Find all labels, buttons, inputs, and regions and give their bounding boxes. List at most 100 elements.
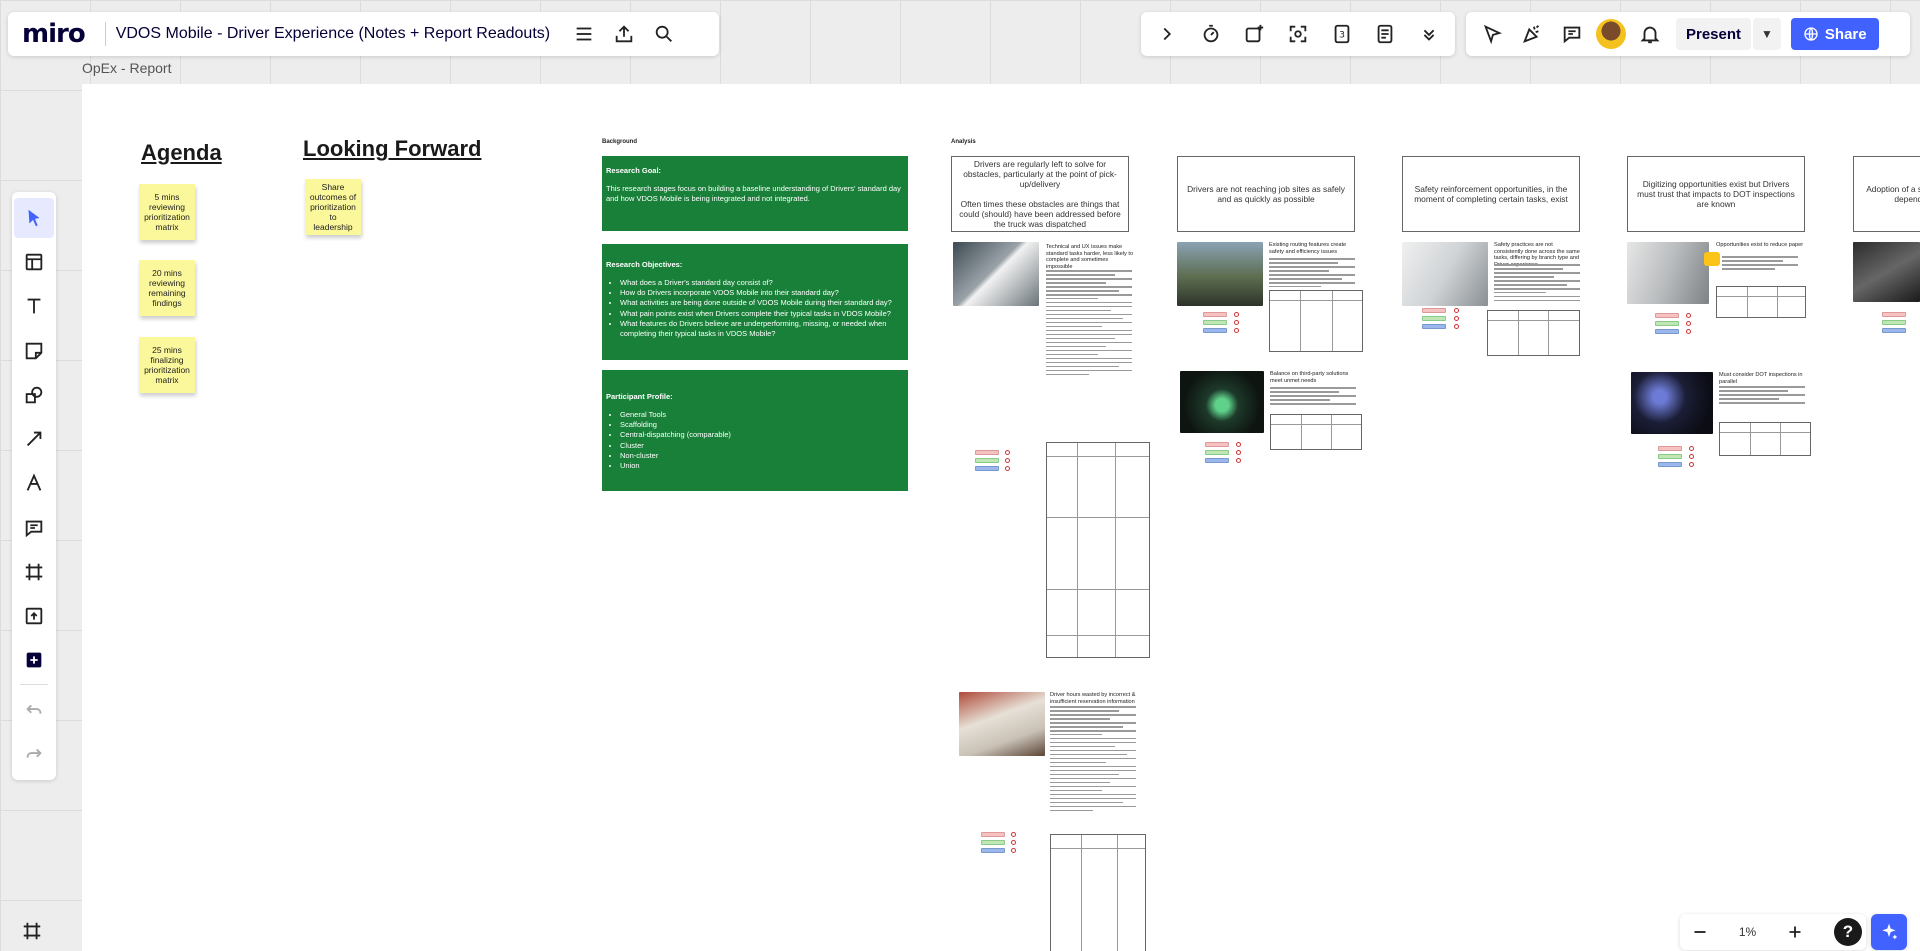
- comment-icon[interactable]: [1704, 252, 1720, 266]
- finding-card[interactable]: Digitizing opportunities exist but Drive…: [1627, 156, 1805, 232]
- zoom-in-icon[interactable]: [1779, 912, 1811, 951]
- color-legend: [975, 450, 999, 474]
- connector-icon[interactable]: [14, 419, 54, 459]
- sticky-note[interactable]: 25 mins finalizing prioritization matrix: [139, 337, 195, 393]
- pen-icon[interactable]: [14, 463, 54, 503]
- chevron-right-icon[interactable]: [1147, 14, 1187, 54]
- collaboration-toolbar: 3: [1141, 12, 1455, 56]
- card-title[interactable]: Balance on third-party solutions meet un…: [1270, 371, 1356, 384]
- user-avatar[interactable]: [1596, 19, 1626, 49]
- color-legend: [1882, 312, 1906, 336]
- creation-toolbar: [12, 192, 56, 780]
- photo-thumbnail[interactable]: [1177, 242, 1263, 306]
- participant-profile-card[interactable]: Participant Profile: General Tools Scaff…: [602, 370, 908, 491]
- redo-icon[interactable]: [14, 734, 54, 774]
- sticky-note-icon[interactable]: [14, 331, 54, 371]
- photo-thumbnail[interactable]: [959, 692, 1045, 756]
- prioritization-table[interactable]: [1487, 310, 1580, 356]
- celebrate-icon[interactable]: [1512, 14, 1552, 54]
- comment-icon[interactable]: [1552, 14, 1592, 54]
- help-button[interactable]: ?: [1833, 918, 1862, 946]
- card-title[interactable]: Existing routing features create safety …: [1269, 242, 1355, 255]
- frame-tool-icon[interactable]: [14, 552, 54, 592]
- ai-assist-button[interactable]: [1871, 914, 1907, 950]
- sticky-note[interactable]: 20 mins reviewing remaining findings: [139, 260, 195, 316]
- finding-card[interactable]: Safety reinforcement opportunities, in t…: [1402, 156, 1580, 232]
- shapes-icon[interactable]: [14, 375, 54, 415]
- zoom-controls: 1% ?: [1680, 914, 1866, 950]
- prioritization-table[interactable]: [1716, 286, 1806, 318]
- zoom-level[interactable]: 1%: [1739, 925, 1756, 939]
- card-title[interactable]: Opportunities exist to reduce paper: [1716, 242, 1804, 249]
- zoom-out-icon[interactable]: [1684, 912, 1716, 951]
- card-body-text: [1722, 256, 1798, 272]
- chevron-down-icon[interactable]: [1409, 14, 1449, 54]
- timer-icon[interactable]: [1191, 14, 1231, 54]
- finding-card[interactable]: Drivers are regularly left to solve for …: [951, 156, 1129, 232]
- sharing-toolbar: Present ▼ Share: [1466, 12, 1910, 56]
- research-goal-card[interactable]: Research Goal: This research stages focu…: [602, 156, 908, 231]
- select-tool-icon[interactable]: [14, 198, 54, 238]
- card-body-text: [1269, 258, 1355, 290]
- prioritization-table[interactable]: [1269, 290, 1363, 352]
- photo-thumbnail[interactable]: [1627, 242, 1709, 304]
- prioritization-table[interactable]: [1050, 834, 1146, 951]
- cursor-follow-icon[interactable]: [1472, 14, 1512, 54]
- prioritization-table[interactable]: [1046, 442, 1150, 658]
- svg-text:3: 3: [1339, 30, 1345, 41]
- photo-thumbnail[interactable]: [1180, 371, 1264, 433]
- templates-icon[interactable]: [14, 242, 54, 282]
- text-tool-icon[interactable]: [14, 286, 54, 326]
- color-legend: [1655, 313, 1679, 337]
- color-legend: [1203, 312, 1227, 336]
- export-icon[interactable]: [604, 14, 644, 54]
- card-title[interactable]: Must consider DOT inspections in paralle…: [1719, 372, 1805, 385]
- agenda-heading[interactable]: Agenda: [141, 140, 222, 166]
- search-icon[interactable]: [644, 14, 684, 54]
- card-title[interactable]: Technical and UX issues make standard ta…: [1046, 244, 1134, 271]
- vote-dots: [1689, 446, 1694, 470]
- sticky-note[interactable]: Share outcomes of prioritization to lead…: [305, 179, 361, 235]
- focus-icon[interactable]: [1278, 14, 1318, 54]
- analysis-label: Analysis: [951, 139, 976, 145]
- present-button[interactable]: Present: [1676, 18, 1752, 50]
- photo-thumbnail[interactable]: [1631, 372, 1713, 434]
- photo-thumbnail[interactable]: [1853, 242, 1920, 302]
- research-goal-text: This research stages focus on building a…: [606, 184, 901, 204]
- chevron-down-icon[interactable]: ▼: [1753, 18, 1781, 50]
- photo-thumbnail[interactable]: [1402, 242, 1488, 306]
- counter-icon[interactable]: 3: [1322, 14, 1362, 54]
- card-title[interactable]: Driver hours wasted by incorrect & insuf…: [1050, 692, 1138, 705]
- board-frame[interactable]: Agenda 5 mins reviewing prioritization m…: [82, 84, 1920, 951]
- objective-item: What pain points exist when Drivers comp…: [620, 309, 904, 319]
- miro-logo[interactable]: miro: [18, 19, 95, 49]
- profile-item: Central-dispatching (comparable): [620, 430, 904, 440]
- looking-forward-heading[interactable]: Looking Forward: [303, 136, 481, 162]
- upload-icon[interactable]: [14, 596, 54, 636]
- board-title[interactable]: VDOS Mobile - Driver Experience (Notes +…: [116, 25, 550, 43]
- vote-dots: [1005, 450, 1010, 474]
- finding-card[interactable]: Drivers are not reaching job sites as sa…: [1177, 156, 1355, 232]
- comment-tool-icon[interactable]: [14, 508, 54, 548]
- photo-thumbnail[interactable]: [953, 242, 1039, 306]
- prioritization-table[interactable]: [1719, 422, 1811, 456]
- frames-icon[interactable]: [12, 911, 52, 951]
- research-objectives-card[interactable]: Research Objectives: What does a Driver'…: [602, 244, 908, 360]
- frames-panel-button[interactable]: [12, 913, 52, 949]
- sticky-note[interactable]: 5 mins reviewing prioritization matrix: [139, 184, 195, 240]
- notes-icon[interactable]: [1365, 14, 1405, 54]
- share-button[interactable]: Share: [1790, 18, 1879, 50]
- reactions-icon[interactable]: [1234, 14, 1274, 54]
- objective-item: How do Drivers incorporate VDOS Mobile i…: [620, 288, 904, 298]
- prioritization-table[interactable]: [1270, 414, 1362, 450]
- profile-item: Non-cluster: [620, 451, 904, 461]
- undo-icon[interactable]: [14, 690, 54, 730]
- research-goal-title: Research Goal:: [606, 166, 662, 175]
- profile-item: Cluster: [620, 441, 904, 451]
- bell-icon[interactable]: [1630, 14, 1670, 54]
- finding-card[interactable]: Adoption of a sug heavily dependen: [1853, 156, 1920, 232]
- more-apps-icon[interactable]: [14, 640, 54, 680]
- menu-icon[interactable]: [564, 14, 604, 54]
- card-body-text: [1719, 386, 1805, 406]
- frame-label[interactable]: OpEx - Report: [82, 60, 171, 76]
